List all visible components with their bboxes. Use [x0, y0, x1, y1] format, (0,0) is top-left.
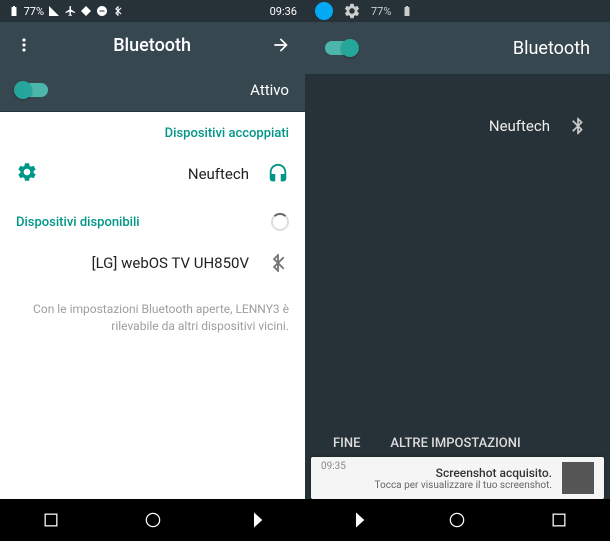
- battery-pct: 77%: [24, 5, 44, 18]
- bluetooth-toggle[interactable]: [325, 41, 357, 55]
- paired-device-row[interactable]: Neuftech: [0, 149, 305, 199]
- content: Neuftech: [305, 74, 610, 148]
- overflow-icon[interactable]: [14, 35, 34, 55]
- nav-back-icon[interactable]: [346, 510, 366, 530]
- bluetooth-icon: [112, 5, 124, 17]
- diamond-icon: [80, 5, 92, 17]
- nav-home-icon[interactable]: [447, 510, 467, 530]
- active-label: Attivo: [250, 81, 289, 99]
- headphones-icon: [267, 163, 289, 185]
- screenshot-notification[interactable]: 09:35 Screenshot acquisito. Tocca per vi…: [311, 457, 604, 499]
- nav-bar: [0, 499, 305, 541]
- spinner-icon: [271, 213, 289, 231]
- settings-icon[interactable]: [343, 2, 361, 20]
- status-bar: 09:36 77%: [0, 0, 305, 22]
- bluetooth-toggle[interactable]: [16, 83, 48, 97]
- notif-thumbnail: [562, 462, 594, 494]
- notif-time: 09:35: [321, 461, 346, 472]
- bluetooth-quick-panel: 77% Bluetooth Neuftech FINE ALTRE IMPOST…: [305, 0, 610, 541]
- title-row: Bluetooth: [305, 22, 610, 74]
- battery-icon: [8, 5, 20, 17]
- available-device-row[interactable]: [LG] webOS TV UH850V: [0, 239, 305, 287]
- status-icons: 77%: [8, 5, 124, 18]
- paired-device-name: Neuftech: [188, 165, 249, 183]
- nav-recent-icon[interactable]: [41, 510, 61, 530]
- status-bar: 77%: [305, 0, 610, 22]
- notif-subtitle: Tocca per visualizzare il tuo screenshot…: [375, 480, 552, 491]
- available-device-name: [LG] webOS TV UH850V: [92, 254, 249, 272]
- signal-icon: [48, 5, 60, 17]
- battery-pct: 77%: [371, 5, 391, 18]
- nav-back-icon[interactable]: [244, 510, 264, 530]
- more-settings-button[interactable]: ALTRE IMPOSTAZIONI: [390, 436, 520, 451]
- title-bar: Bluetooth: [0, 22, 305, 68]
- avatar-icon[interactable]: [315, 2, 333, 20]
- nav-recent-icon[interactable]: [549, 510, 569, 530]
- device-name: Neuftech: [489, 117, 550, 135]
- clock: 09:36: [270, 5, 297, 18]
- active-row: Attivo: [0, 68, 305, 112]
- discoverable-note: Con le impostazioni Bluetooth aperte, LE…: [0, 287, 305, 349]
- bluetooth-device-icon: [267, 252, 289, 274]
- action-bar: FINE ALTRE IMPOSTAZIONI: [305, 436, 610, 451]
- device-row[interactable]: Neuftech: [305, 104, 610, 148]
- battery-icon: [401, 5, 413, 17]
- page-title: Bluetooth: [114, 35, 192, 56]
- dnd-icon: [96, 5, 108, 17]
- notif-title: Screenshot acquisito.: [375, 466, 552, 480]
- fine-button[interactable]: FINE: [333, 436, 360, 451]
- title: Bluetooth: [513, 38, 590, 59]
- paired-header: Dispositivi accoppiati: [0, 112, 305, 149]
- device-settings-button[interactable]: [16, 161, 38, 187]
- bluetooth-icon: [568, 116, 588, 136]
- content: Dispositivi accoppiati Neuftech Disposit…: [0, 112, 305, 349]
- nav-bar: [305, 499, 610, 541]
- available-header: Dispositivi disponibili: [16, 215, 140, 230]
- airplane-icon: [64, 5, 76, 17]
- back-icon[interactable]: [271, 35, 291, 55]
- bluetooth-settings-screen: 09:36 77% Bluetooth Attivo Dispositivi a…: [0, 0, 305, 541]
- nav-home-icon[interactable]: [143, 510, 163, 530]
